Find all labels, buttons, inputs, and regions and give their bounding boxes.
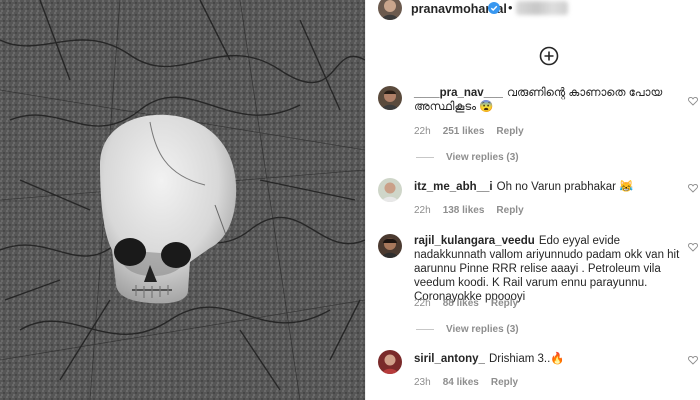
comment-likes[interactable]: 88 likes — [443, 298, 479, 309]
comment-text-block: rajil_kulangara_veedu Edo eyyal evide nad… — [414, 234, 684, 304]
heart-icon[interactable] — [688, 96, 698, 106]
replies-line — [416, 329, 434, 330]
comment-meta: 22h 138 likes Reply — [414, 205, 536, 216]
heart-icon[interactable] — [688, 242, 698, 252]
comment-username[interactable]: ____pra_nav___ — [414, 87, 503, 99]
comment-time: 22h — [414, 298, 431, 309]
reply-button[interactable]: Reply — [491, 298, 518, 309]
commenter-avatar[interactable] — [378, 86, 402, 110]
heart-icon[interactable] — [688, 355, 698, 365]
heart-icon[interactable] — [688, 183, 698, 193]
view-replies-button[interactable]: View replies (3) — [416, 152, 519, 163]
plus-circle-icon[interactable] — [539, 46, 559, 66]
comment-body: Oh no Varun prabhakar 😹 — [496, 181, 634, 193]
post-header: pranavmohanlal • — [366, 0, 700, 22]
comment-meta: 22h 251 likes Reply — [414, 126, 536, 137]
comment-time: 22h — [414, 205, 431, 216]
comment-meta: 22h 88 likes Reply — [414, 298, 530, 309]
comment-likes[interactable]: 251 likes — [443, 126, 485, 137]
blurred-follow — [516, 1, 568, 15]
verified-badge-icon — [488, 2, 500, 14]
avatar-icon — [378, 0, 402, 20]
comment-time: 23h — [414, 377, 431, 388]
post-image — [0, 0, 365, 400]
comment-meta: 23h 84 likes Reply — [414, 377, 530, 388]
view-replies-label: View replies (3) — [446, 152, 519, 163]
comment-body: Drishiam 3..🔥 — [488, 353, 565, 365]
comment-username[interactable]: siril_antony_ — [414, 353, 485, 365]
comments-panel: pranavmohanlal • ____pra_nav___ വരുണിന്റെ… — [365, 0, 700, 400]
comment-text-block: itz_me_abh__i Oh no Varun prabhakar 😹 — [414, 180, 684, 194]
comment-username[interactable]: itz_me_abh__i — [414, 181, 493, 193]
reply-button[interactable]: Reply — [496, 126, 523, 137]
reply-button[interactable]: Reply — [491, 377, 518, 388]
skull-photo — [0, 0, 365, 400]
commenter-avatar[interactable] — [378, 234, 402, 258]
view-replies-label: View replies (3) — [446, 324, 519, 335]
commenter-avatar[interactable] — [378, 350, 402, 374]
comment-time: 22h — [414, 126, 431, 137]
comment-text-block: siril_antony_ Drishiam 3..🔥 — [414, 352, 684, 366]
author-avatar[interactable] — [378, 0, 402, 20]
comment-username[interactable]: rajil_kulangara_veedu — [414, 235, 535, 247]
comment-text-block: ____pra_nav___ വരുണിന്റെ കാണാതെ പോയ അസ്ഥി… — [414, 86, 684, 114]
replies-line — [416, 157, 434, 158]
comment-likes[interactable]: 138 likes — [443, 205, 485, 216]
view-replies-button[interactable]: View replies (3) — [416, 324, 519, 335]
comment-likes[interactable]: 84 likes — [443, 377, 479, 388]
commenter-avatar[interactable] — [378, 178, 402, 202]
separator-dot: • — [508, 0, 513, 15]
reply-button[interactable]: Reply — [496, 205, 523, 216]
